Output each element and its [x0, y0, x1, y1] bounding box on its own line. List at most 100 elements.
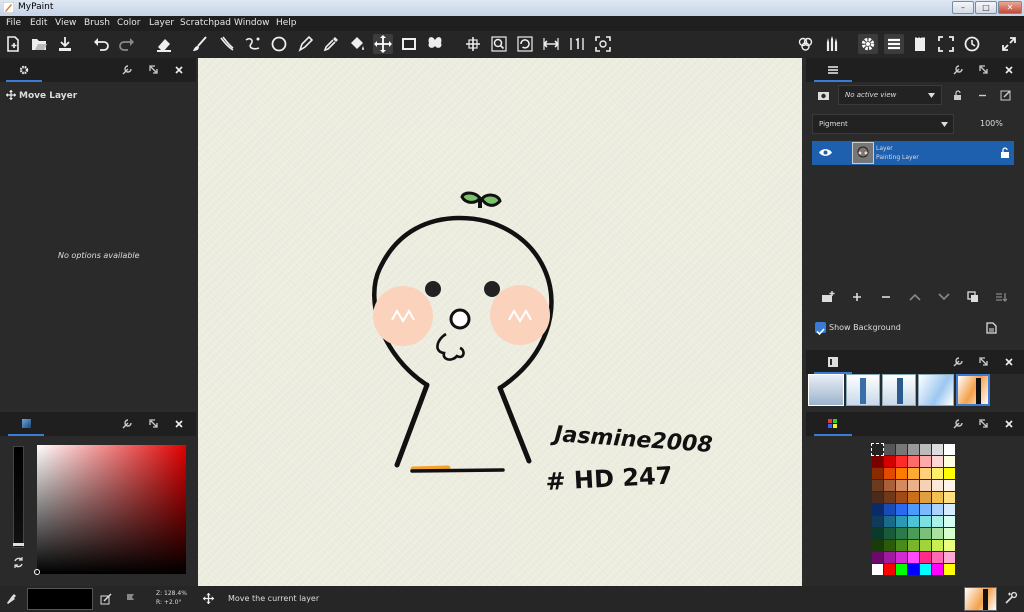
palette-swatch[interactable] [944, 480, 955, 491]
palette-swatch[interactable] [944, 468, 955, 479]
edit-view-icon[interactable] [1000, 89, 1012, 101]
reset-zoom-icon[interactable] [567, 34, 587, 54]
palette-swatch[interactable] [896, 492, 907, 503]
palette-swatch[interactable] [872, 492, 883, 503]
palette-swatch[interactable] [872, 540, 883, 551]
panel-options-wrench-icon[interactable] [952, 64, 964, 76]
palette-swatch[interactable] [872, 528, 883, 539]
palette-swatch[interactable] [944, 516, 955, 527]
palette-swatch[interactable] [944, 492, 955, 503]
fullscreen-icon[interactable] [936, 34, 956, 54]
frame-tool-icon[interactable] [399, 34, 419, 54]
palette-swatch[interactable] [908, 552, 919, 563]
view-select[interactable]: No active view [838, 85, 942, 105]
palette-swatch[interactable] [884, 528, 895, 539]
redo-icon[interactable] [117, 34, 137, 54]
remove-view-icon[interactable] [977, 91, 988, 100]
menu-view[interactable]: View [55, 18, 76, 28]
palette-swatch[interactable] [932, 492, 943, 503]
undock-panel-icon[interactable] [148, 64, 160, 76]
menu-scratchpad[interactable]: Scratchpad [180, 18, 231, 28]
palette-swatch[interactable] [944, 564, 955, 575]
tab-palette[interactable] [814, 412, 852, 436]
color-picker-cursor[interactable] [34, 569, 40, 575]
menu-help[interactable]: Help [276, 18, 297, 28]
current-brush-thumbnail[interactable] [964, 587, 997, 611]
palette-swatch[interactable] [920, 516, 931, 527]
close-panel-icon[interactable] [1003, 418, 1015, 430]
brush-icon[interactable] [190, 34, 210, 54]
palette-swatch[interactable] [932, 552, 943, 563]
palette-swatch[interactable] [932, 504, 943, 515]
menu-color[interactable]: Color [117, 18, 141, 28]
swap-colors-icon[interactable] [12, 556, 25, 569]
undo-icon[interactable] [91, 34, 111, 54]
menu-lines-icon[interactable] [884, 34, 904, 54]
palette-swatch[interactable] [908, 528, 919, 539]
brush-thumb-airbrush[interactable] [808, 374, 844, 406]
palette-swatch[interactable] [920, 564, 931, 575]
tab-layers[interactable] [814, 58, 852, 82]
eyedropper-icon[interactable] [6, 593, 17, 605]
palette-swatch[interactable] [896, 504, 907, 515]
palette-swatch[interactable] [908, 492, 919, 503]
brush-thumb-ink[interactable] [956, 374, 990, 406]
palette-swatch[interactable] [896, 528, 907, 539]
palette-swatch[interactable] [908, 468, 919, 479]
menu-brush[interactable]: Brush [84, 18, 110, 28]
palette-swatch[interactable] [884, 492, 895, 503]
palette-swatch[interactable] [884, 540, 895, 551]
palette-swatch[interactable] [920, 492, 931, 503]
palette-swatch[interactable] [932, 516, 943, 527]
palette-swatch[interactable] [932, 564, 943, 575]
brush-thumb-pencil[interactable] [846, 374, 880, 406]
undock-panel-icon[interactable] [148, 418, 160, 430]
palette-swatch[interactable] [920, 552, 931, 563]
palette-swatch[interactable] [920, 468, 931, 479]
save-download-icon[interactable] [55, 34, 75, 54]
layer-mode-select[interactable]: Pigment [812, 114, 954, 134]
layer-properties-icon[interactable] [995, 291, 1007, 303]
add-layer-icon[interactable] [852, 292, 862, 302]
brush-thumb-marker[interactable] [882, 374, 916, 406]
palette-swatch[interactable] [920, 480, 931, 491]
brush-settings-icon[interactable] [1004, 591, 1018, 605]
palette-swatch[interactable] [872, 456, 883, 467]
menu-edit[interactable]: Edit [30, 18, 47, 28]
palette-swatch[interactable] [932, 468, 943, 479]
fit-width-icon[interactable] [541, 34, 561, 54]
palette-swatch[interactable] [908, 516, 919, 527]
palette-swatch[interactable] [872, 516, 883, 527]
tab-tool-options[interactable] [6, 58, 42, 82]
layer-row[interactable]: Layer Painting Layer [812, 141, 1014, 165]
panel-options-wrench-icon[interactable] [121, 64, 133, 76]
rotate-view-icon[interactable] [515, 34, 535, 54]
panel-options-wrench-icon[interactable] [952, 356, 964, 368]
scratchpad-notepad-icon[interactable] [910, 34, 930, 54]
palette-swatch[interactable] [908, 444, 919, 455]
color-harmonies-icon[interactable] [795, 34, 815, 54]
lock-alpha-icon[interactable] [126, 593, 137, 605]
saturation-value-picker[interactable] [37, 445, 186, 574]
move-layer-icon[interactable] [373, 34, 393, 54]
close-panel-icon[interactable] [173, 418, 185, 430]
palette-swatch[interactable] [896, 564, 907, 575]
palette-swatch[interactable] [884, 480, 895, 491]
unlock-layer-icon[interactable] [1000, 147, 1010, 158]
ellipse-tool-icon[interactable] [269, 34, 289, 54]
inking-pen-icon[interactable] [295, 34, 315, 54]
freehand-curve-icon[interactable] [243, 34, 263, 54]
undock-panel-icon[interactable] [978, 418, 990, 430]
palette-swatch[interactable] [920, 528, 931, 539]
expand-window-icon[interactable] [999, 34, 1019, 54]
palette-swatch[interactable] [872, 504, 883, 515]
timer-clock-icon[interactable] [962, 34, 982, 54]
palette-swatch[interactable] [944, 444, 955, 455]
palette-swatch[interactable] [872, 552, 883, 563]
palette-swatch[interactable] [932, 480, 943, 491]
camera-view-icon[interactable] [817, 90, 830, 101]
value-slider-handle[interactable] [13, 543, 24, 546]
palette-swatch[interactable] [944, 552, 955, 563]
palette-swatch[interactable] [884, 468, 895, 479]
tab-brushes[interactable] [814, 350, 852, 374]
